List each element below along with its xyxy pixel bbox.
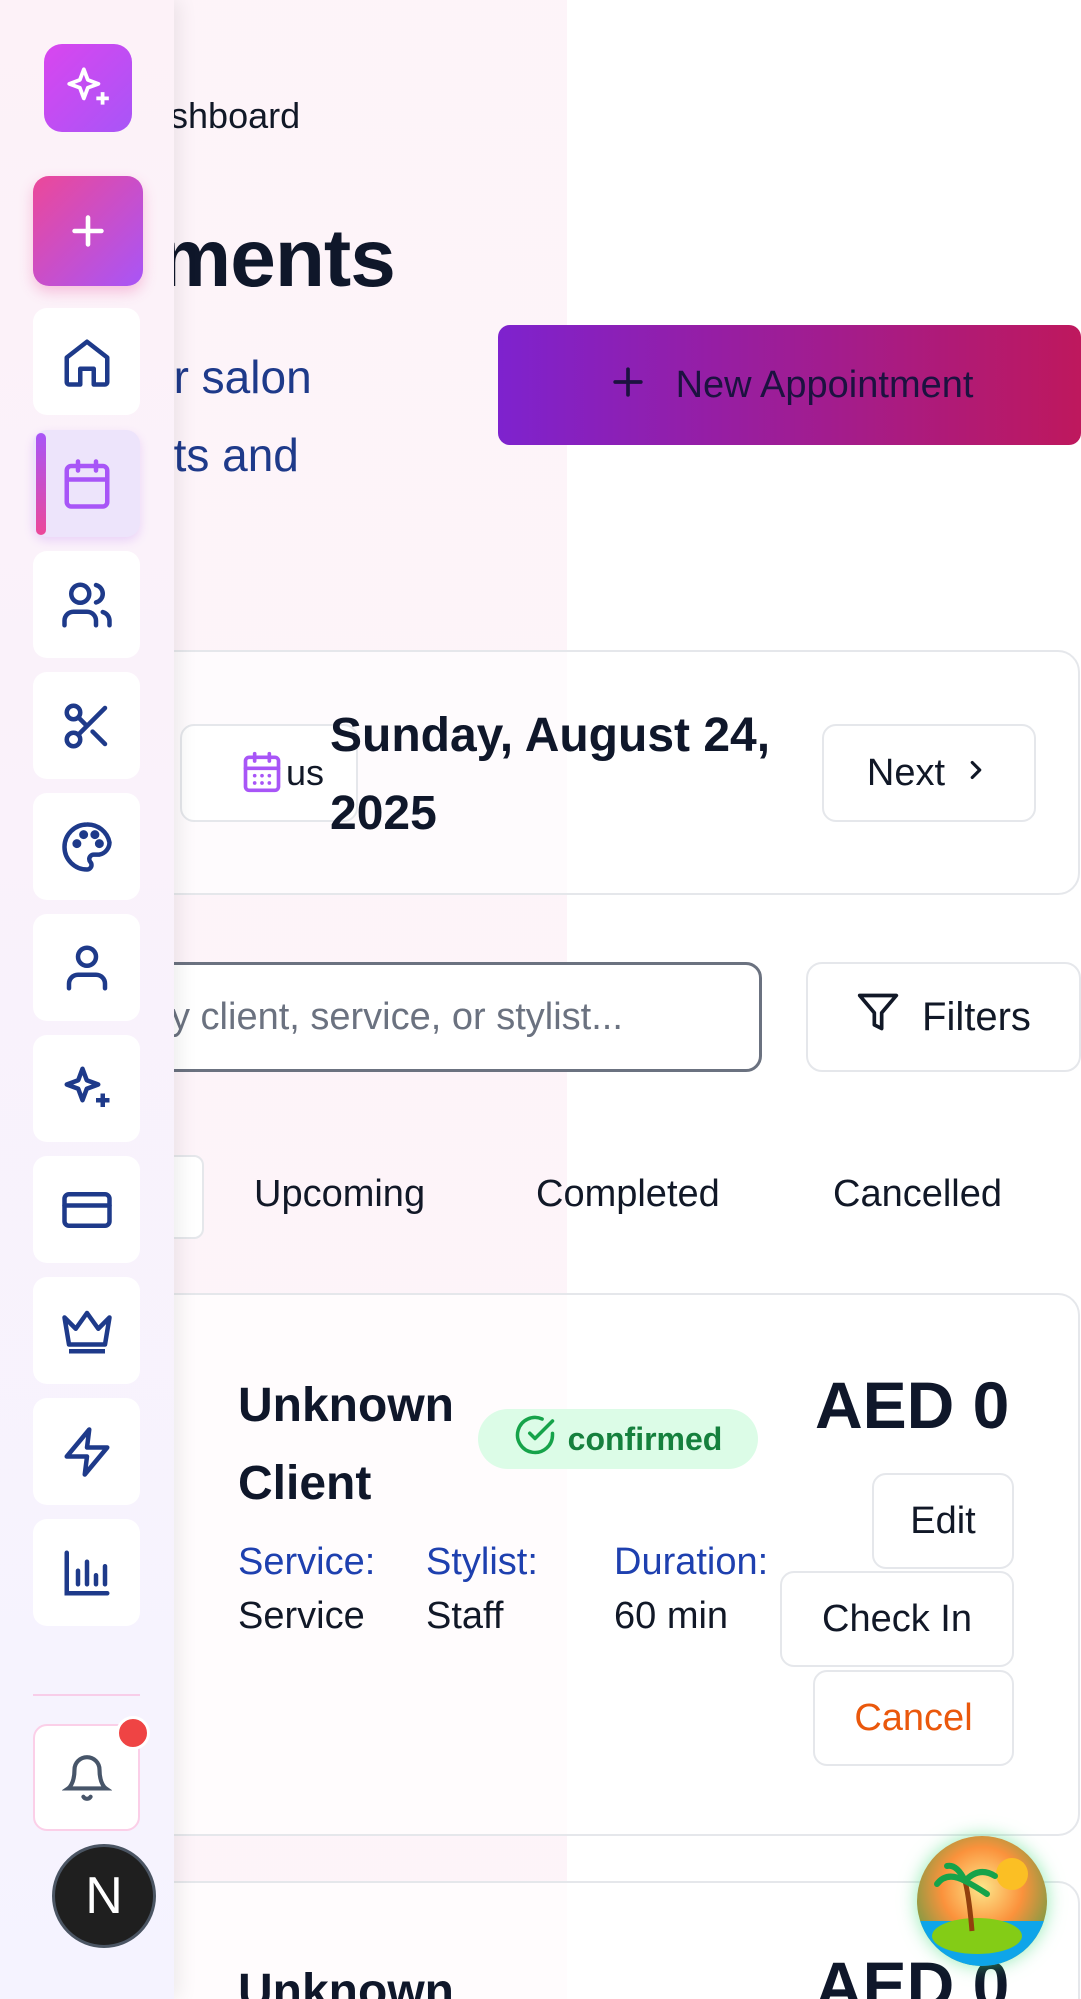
sidebar: N (0, 0, 174, 1999)
sidebar-item-home[interactable] (33, 308, 140, 415)
avatar[interactable]: N (52, 1844, 156, 1948)
service-label: Service: (238, 1541, 376, 1583)
sidebar-item-appointments[interactable] (33, 430, 140, 537)
user-icon (66, 945, 107, 990)
status-label: confirmed (567, 1420, 723, 1457)
search-placeholder: y client, service, or stylist... (171, 995, 623, 1038)
page-subtitle: ur salon nts and (148, 338, 478, 494)
sparkles-icon (64, 1066, 109, 1107)
sidebar-item-clients[interactable] (33, 551, 140, 658)
duration-label: Duration: (614, 1541, 769, 1583)
sidebar-item-ai[interactable] (33, 1035, 140, 1142)
calendar-icon (240, 750, 284, 794)
price: AED 0 (815, 1368, 1010, 1442)
tab-completed[interactable]: Completed (536, 1173, 720, 1216)
tab-cancelled[interactable]: Cancelled (833, 1173, 1002, 1216)
home-icon (64, 339, 109, 387)
search-input[interactable]: y client, service, or stylist... (118, 962, 762, 1072)
current-date: Sunday, August 24, 2025 (330, 709, 771, 840)
assistant-fab[interactable] (917, 1836, 1047, 1966)
sidebar-divider (33, 1694, 140, 1696)
status-badge: confirmed (478, 1409, 758, 1469)
subtitle-line-1: ur salon (148, 351, 312, 403)
check-in-button[interactable]: Check In (780, 1571, 1014, 1667)
next-day-button[interactable]: Next (822, 724, 1036, 822)
app-logo[interactable] (44, 44, 132, 132)
cancel-button[interactable]: Cancel (813, 1670, 1014, 1766)
sidebar-item-staff[interactable] (33, 914, 140, 1021)
filters-label: Filters (922, 994, 1031, 1039)
palette-icon (61, 821, 112, 872)
zap-icon (64, 1426, 109, 1477)
sidebar-item-payments[interactable] (33, 1156, 140, 1263)
active-indicator (36, 433, 46, 535)
calendar-icon (64, 458, 109, 509)
new-appointment-button[interactable]: New Appointment (498, 325, 1081, 445)
next-label: Next (866, 751, 946, 794)
sidebar-item-services[interactable] (33, 672, 140, 779)
check-circle-icon (514, 1414, 556, 1464)
sidebar-item-styles[interactable] (33, 793, 140, 900)
users-icon (61, 582, 112, 627)
chevron-right-icon (961, 752, 991, 795)
tab-upcoming[interactable]: Upcoming (254, 1173, 425, 1216)
sidebar-item-reports[interactable] (33, 1519, 140, 1626)
sidebar-item-membership[interactable] (33, 1277, 140, 1384)
appointment-card: Unknown Client confirmed AED 0 Service: … (118, 1293, 1080, 1836)
stylist-label: Stylist: (426, 1541, 538, 1583)
sidebar-item-automations[interactable] (33, 1398, 140, 1505)
sparkles-logo-icon (67, 67, 109, 105)
service-value: Service (238, 1595, 365, 1637)
new-appointment-label: New Appointment (675, 363, 974, 406)
edit-button[interactable]: Edit (872, 1473, 1014, 1569)
bell-icon (61, 1754, 112, 1801)
subtitle-line-2: nts and (148, 429, 299, 481)
duration-value: 60 min (614, 1595, 729, 1637)
quick-add-button[interactable] (33, 176, 143, 286)
notification-dot (116, 1716, 150, 1750)
filter-icon (856, 990, 900, 1044)
plus-icon (72, 215, 104, 247)
bar-chart-icon (64, 1550, 109, 1595)
stylist-value: Staff (426, 1595, 504, 1637)
crown-icon (61, 1310, 112, 1353)
scissors-icon (64, 703, 107, 748)
client-name: Unknown Client (238, 1379, 454, 1510)
credit-card-icon (61, 1191, 112, 1228)
date-navigator: us Sunday, August 24, 2025 Next (118, 650, 1080, 895)
client-name: Unknown (238, 1965, 454, 1999)
plus-icon (606, 357, 650, 413)
filters-button[interactable]: Filters (806, 962, 1081, 1072)
island-icon (917, 1858, 1047, 1966)
